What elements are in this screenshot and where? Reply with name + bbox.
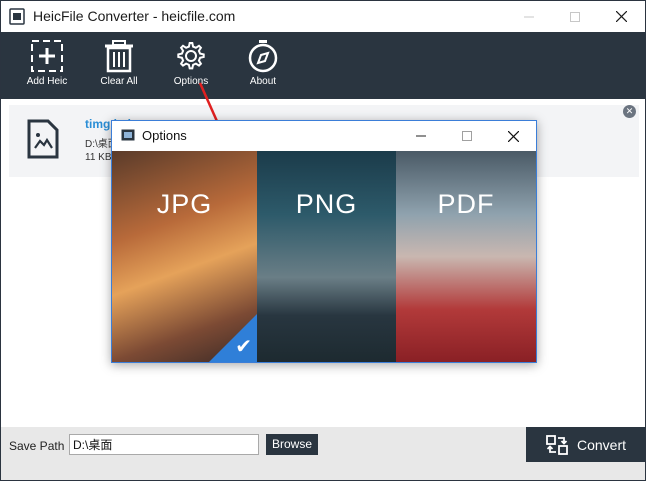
format-label-jpg: JPG	[156, 189, 213, 219]
convert-label: Convert	[576, 436, 627, 453]
close-icon	[507, 130, 519, 142]
add-heic-label: Add Heic	[26, 76, 68, 87]
add-heic-button[interactable]: Add Heic	[12, 32, 82, 99]
convert-button[interactable]: Convert	[526, 427, 645, 462]
gear-icon	[177, 42, 205, 70]
remove-file-button[interactable]: ✕	[623, 105, 636, 118]
minimize-icon	[416, 135, 426, 137]
maximize-icon	[462, 131, 472, 141]
app-window: HeicFile Converter - heicfile.com Add He…	[0, 0, 646, 481]
options-dialog: Options JPG ✔ PNG PDF	[111, 120, 537, 363]
minimize-button[interactable]	[506, 1, 552, 32]
file-size: 11 KB	[85, 152, 112, 163]
save-path-label: Save Path	[9, 439, 65, 453]
clear-all-label: Clear All	[100, 76, 138, 87]
app-logo-icon	[9, 8, 25, 25]
close-button[interactable]	[598, 1, 644, 32]
format-options: JPG ✔ PNG PDF	[112, 151, 536, 362]
maximize-icon	[570, 11, 580, 22]
maximize-button[interactable]	[552, 1, 598, 32]
checkmark-icon: ✔	[235, 336, 252, 358]
dialog-maximize-button[interactable]	[444, 121, 490, 151]
format-label-png: PNG	[295, 189, 358, 219]
about-label: About	[249, 76, 277, 87]
browse-button[interactable]: Browse	[266, 434, 318, 455]
dialog-app-icon	[121, 129, 135, 141]
close-icon	[615, 11, 627, 22]
format-option-pdf[interactable]: PDF	[396, 151, 536, 362]
trash-icon	[105, 40, 133, 73]
minimize-icon	[524, 16, 534, 17]
format-label-pdf: PDF	[437, 189, 495, 219]
add-icon	[31, 40, 63, 72]
toolbar: Add Heic Clear All Options About	[1, 32, 645, 99]
compass-icon	[248, 40, 278, 73]
title-bar: HeicFile Converter - heicfile.com	[1, 1, 645, 32]
close-small-icon: ✕	[625, 106, 634, 116]
dialog-title-bar: Options	[112, 121, 536, 151]
clear-all-button[interactable]: Clear All	[84, 32, 154, 99]
dialog-title: Options	[142, 128, 187, 143]
convert-icon	[546, 434, 568, 455]
save-path-input[interactable]	[69, 434, 259, 455]
bottom-bar: Save Path Browse Convert	[1, 427, 645, 480]
window-title: HeicFile Converter - heicfile.com	[33, 8, 236, 24]
format-option-png[interactable]: PNG	[257, 151, 396, 362]
format-option-jpg[interactable]: JPG ✔	[112, 151, 257, 362]
dialog-minimize-button[interactable]	[398, 121, 444, 151]
dialog-close-button[interactable]	[490, 121, 536, 151]
image-file-icon	[27, 119, 59, 159]
